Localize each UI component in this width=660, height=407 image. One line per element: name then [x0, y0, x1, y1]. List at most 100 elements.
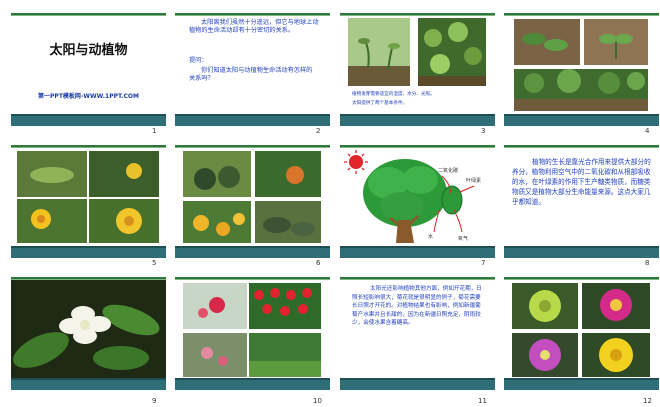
slide-thumbnail-8[interactable]: 植物的生长是靠光合作用来提供大部分的养分，植物利用空气中的二氧化碳和从根部吸收的…	[504, 143, 659, 258]
sprouts-image	[418, 18, 486, 86]
slide-number: 1	[152, 127, 157, 135]
chrysanthemum-photo-1	[512, 283, 578, 329]
chrysanthemum-photo-4	[582, 333, 650, 377]
slide-number: 11	[478, 397, 487, 405]
flower-image	[11, 280, 166, 378]
slide-footer-bar	[175, 114, 330, 126]
vegetable-photo-1	[17, 151, 87, 197]
plant-image	[249, 333, 321, 377]
pumpkin-photo-2	[255, 151, 321, 197]
plants-photo-2	[584, 19, 648, 65]
slide-thumbnail-2[interactable]: 太阳离我们虽然十分遥远，但它与地球上动植物的生命活动却有十分密切的关系。 提问：…	[175, 11, 330, 126]
slide-thumbnail-3[interactable]: 植物发芽需要适宜的温度、水分、光照。 太阳提供了两个基本条件。	[340, 11, 495, 126]
slide-thumbnail-1[interactable]: 太阳与动植物 第一PPT模板网-WWW.1PPT.COM	[11, 11, 166, 126]
slide-top-rule	[175, 275, 330, 280]
plants-photo-1	[514, 19, 580, 65]
slide-footer-bar	[11, 246, 166, 258]
slide-thumbnail-5[interactable]	[11, 143, 166, 258]
gardenia-photo	[11, 280, 166, 378]
slide-top-rule	[11, 11, 166, 16]
slide-top-rule	[504, 275, 659, 280]
plant-image	[514, 19, 580, 65]
plant-image	[514, 69, 648, 111]
label-oxygen: 氧气	[458, 235, 468, 242]
pumpkin-image	[183, 201, 251, 243]
slide-thumbnail-12[interactable]	[504, 275, 659, 390]
flower-image	[17, 199, 87, 243]
pumpkin-image	[255, 201, 321, 243]
slide-top-rule	[340, 275, 495, 280]
slide-thumbnail-11[interactable]: 太阳光还影响植物其他方面，例如开花期，日照长短影响很大，菊花就是很明显的例子，菊…	[340, 275, 495, 390]
slide-paragraph: 植物的生长是靠光合作用来提供大部分的养分，植物利用空气中的二氧化碳和从根部吸收的…	[512, 158, 651, 206]
plant-image	[584, 19, 648, 65]
slide-number: 10	[313, 397, 322, 405]
pumpkin-image	[255, 151, 321, 197]
flower-photo-2	[249, 283, 321, 329]
flower-photo-4	[249, 333, 321, 377]
slide-footer-bar	[11, 114, 166, 126]
slide-thumbnail-4[interactable]	[504, 11, 659, 126]
slide-top-rule	[175, 11, 330, 16]
slide-number: 2	[316, 127, 321, 135]
pumpkin-image	[183, 151, 251, 197]
seedling-image	[348, 18, 410, 86]
slide-footer-bar	[175, 378, 330, 390]
slide-thumbnail-7[interactable]: 二氧化碳 叶绿素 水 氧气	[340, 143, 495, 258]
flower-image	[582, 333, 650, 377]
slide-number: 7	[481, 259, 486, 267]
slide-number: 5	[152, 259, 157, 267]
label-chlorophyll: 叶绿素	[466, 177, 481, 184]
label-water: 水	[428, 233, 433, 240]
photosynthesis-diagram: 二氧化碳 叶绿素 水 氧气	[344, 150, 481, 243]
question-text: 你们知道太阳与动植物生命活动有怎样的关系吗？	[189, 67, 313, 83]
sun-icon	[344, 150, 368, 174]
plant-image	[89, 151, 159, 197]
flower-photo-3	[183, 333, 247, 377]
slide-footer-bar	[340, 114, 495, 126]
slide-number: 9	[152, 397, 157, 405]
flower-photo-1	[183, 283, 247, 329]
slide-paragraph: 太阳离我们虽然十分遥远，但它与地球上动植物的生命活动却有十分密切的关系。	[189, 19, 319, 35]
slide-top-rule	[175, 143, 330, 148]
slide-caption: 太阳提供了两个基本条件。	[352, 101, 408, 106]
slide-top-rule	[11, 143, 166, 148]
slide-footer-bar	[175, 246, 330, 258]
flower-image	[512, 283, 578, 329]
flower-image	[183, 283, 247, 329]
slide-thumbnail-10[interactable]	[175, 275, 330, 390]
slide-footer-bar	[504, 246, 659, 258]
tulip-field-image	[249, 283, 321, 329]
flower-image	[582, 283, 650, 329]
slide-footer-bar	[11, 378, 166, 390]
label-co2: 二氧化碳	[438, 167, 458, 174]
vegetable-photo-3	[17, 199, 87, 243]
seedling-photo-2	[418, 18, 486, 86]
vegetable-photo-2	[89, 151, 159, 197]
slide-subtitle: 第一PPT模板网-WWW.1PPT.COM	[38, 93, 139, 100]
pumpkin-photo-1	[183, 151, 251, 197]
slide-top-rule	[504, 11, 659, 16]
vegetable-photo-4	[89, 199, 159, 243]
seedling-photo-1	[348, 18, 410, 86]
slide-footer-bar	[504, 378, 659, 390]
pumpkin-photo-3	[183, 201, 251, 243]
slide-top-rule	[340, 11, 495, 16]
chrysanthemum-photo-2	[582, 283, 650, 329]
chrysanthemum-photo-3	[512, 333, 578, 377]
slide-number: 8	[645, 259, 650, 267]
flower-image	[512, 333, 578, 377]
slide-footer-bar	[504, 114, 659, 126]
slide-title: 太阳与动植物	[49, 43, 128, 58]
slide-thumbnail-9[interactable]	[11, 275, 166, 390]
slide-thumbnail-6[interactable]	[175, 143, 330, 258]
slide-footer-bar	[340, 378, 495, 390]
slide-footer-bar	[340, 246, 495, 258]
slide-number: 12	[643, 397, 652, 405]
flower-image	[89, 199, 159, 243]
slide-caption: 植物发芽需要适宜的温度、水分、光照。	[352, 92, 435, 97]
slide-number: 3	[481, 127, 486, 135]
slide-paragraph: 太阳光还影响植物其他方面，例如开花期，日照长短影响很大，菊花就是很明显的例子，菊…	[352, 286, 482, 327]
slide-number: 4	[645, 127, 650, 135]
slide-top-rule	[504, 143, 659, 148]
slide-sorter-grid: 太阳与动植物 第一PPT模板网-WWW.1PPT.COM 1 太阳离我们虽然十分…	[0, 0, 660, 407]
